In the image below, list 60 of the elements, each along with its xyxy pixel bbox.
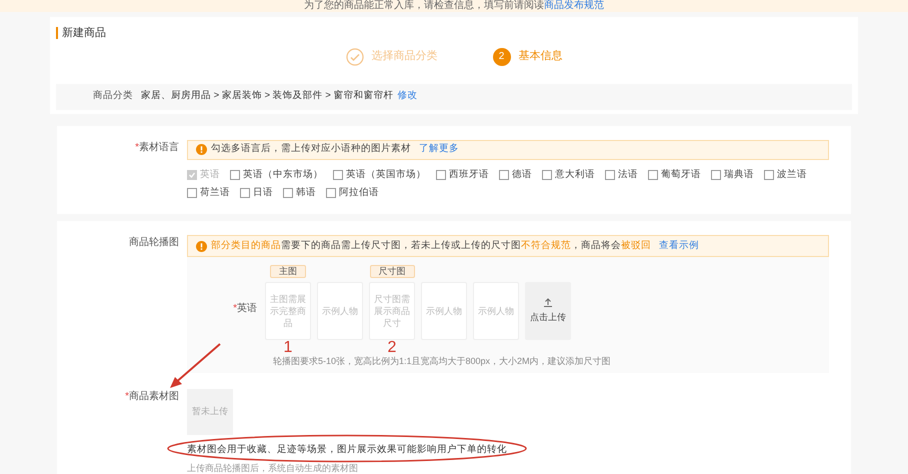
warning-icon <box>196 144 207 155</box>
language-checkbox[interactable]: 英语（英国市场） <box>333 168 426 182</box>
checkbox[interactable] <box>326 188 336 198</box>
checkbox[interactable] <box>542 170 552 180</box>
language-checkbox[interactable]: 西班牙语 <box>436 168 489 182</box>
slot-text: 主图需展示完整商品 <box>269 293 307 329</box>
annotation-number: 1 <box>284 341 292 355</box>
language-checkbox[interactable]: 韩语 <box>283 186 316 200</box>
annotation-arrow <box>168 342 222 390</box>
notice-text: 部分类目的商品需要下的商品需上传尺寸图，若未上传或上传的尺寸图不符合规范，商品将会被驳回 <box>211 238 651 253</box>
placeholder-text: 暂未上传 <box>192 405 228 418</box>
checkbox[interactable] <box>648 170 658 180</box>
page-title: 新建商品 <box>62 26 106 41</box>
language-checkbox[interactable]: 英语（中东市场） <box>230 168 323 182</box>
edit-link[interactable]: 修改 <box>397 89 418 104</box>
learn-more-link[interactable]: 了解更多 <box>419 142 459 157</box>
language-checkbox[interactable]: 阿拉伯语 <box>326 186 379 200</box>
slot-text: 示例人物 <box>426 305 462 317</box>
checkbox[interactable] <box>187 188 197 198</box>
language-checkbox[interactable]: 瑞典语 <box>711 168 754 182</box>
upload-button[interactable]: 点击上传 <box>525 282 571 340</box>
checkbox[interactable] <box>711 170 721 180</box>
warning-icon <box>196 240 207 252</box>
slot-tag: 主图 <box>270 265 306 278</box>
hint-text: 轮播图要求5-10张，宽高比例为1:1且宽高均大于800px，大小2M内，建议添加尺寸图 <box>273 356 612 367</box>
notice-text: 勾选多语言后，需上传对应小语种的图片素材 <box>211 142 411 156</box>
checkbox[interactable] <box>230 170 240 180</box>
slot-text: 示例人物 <box>478 305 514 317</box>
field-label: 商品轮播图 <box>129 236 179 250</box>
language-checkbox[interactable]: 波兰语 <box>764 168 807 182</box>
checkbox[interactable] <box>283 188 293 198</box>
language-checkbox[interactable]: 葡萄牙语 <box>648 168 701 182</box>
upload-icon <box>543 298 553 308</box>
category-label: 商品分类 <box>92 89 134 104</box>
step-number: 2 <box>492 48 510 66</box>
language-checkbox[interactable]: 德语 <box>499 168 532 182</box>
checkbox[interactable] <box>605 170 615 180</box>
field-label: *素材语言 <box>135 140 179 154</box>
language-checkbox[interactable]: 意大利语 <box>542 168 595 182</box>
language-label: *英语 <box>233 302 257 316</box>
category-path: 家居、厨房用品 > 家居装饰 > 装饰及部件 > 窗帘和窗帘杆 <box>141 89 394 104</box>
checkbox[interactable] <box>240 188 250 198</box>
field-label: *商品素材图 <box>125 390 179 404</box>
language-checkbox[interactable]: 日语 <box>240 186 273 200</box>
hint-text: 上传商品轮播图后，系统自动生成的素材图 <box>187 463 359 474</box>
annotation-number: 2 <box>388 341 396 355</box>
language-checkbox[interactable]: 荷兰语 <box>187 186 230 200</box>
checkbox[interactable] <box>764 170 774 180</box>
step-label: 选择商品分类 <box>372 48 438 64</box>
checkbox[interactable] <box>333 170 343 180</box>
view-example-link[interactable]: 查看示例 <box>659 238 699 254</box>
check-circle-icon <box>346 48 364 66</box>
slot-tag: 尺寸图 <box>370 265 414 278</box>
language-checkbox[interactable]: 法语 <box>605 168 638 182</box>
step-label: 基本信息 <box>518 49 562 64</box>
checkbox[interactable] <box>499 170 509 180</box>
slot-text: 尺寸图需展示商品尺寸 <box>373 293 411 329</box>
note-text: 素材图会用于收藏、足迹等场景，图片展示效果可能影响用户下单的转化 <box>187 443 507 457</box>
checkbox[interactable] <box>436 170 446 180</box>
slot-text: 示例人物 <box>322 305 358 317</box>
